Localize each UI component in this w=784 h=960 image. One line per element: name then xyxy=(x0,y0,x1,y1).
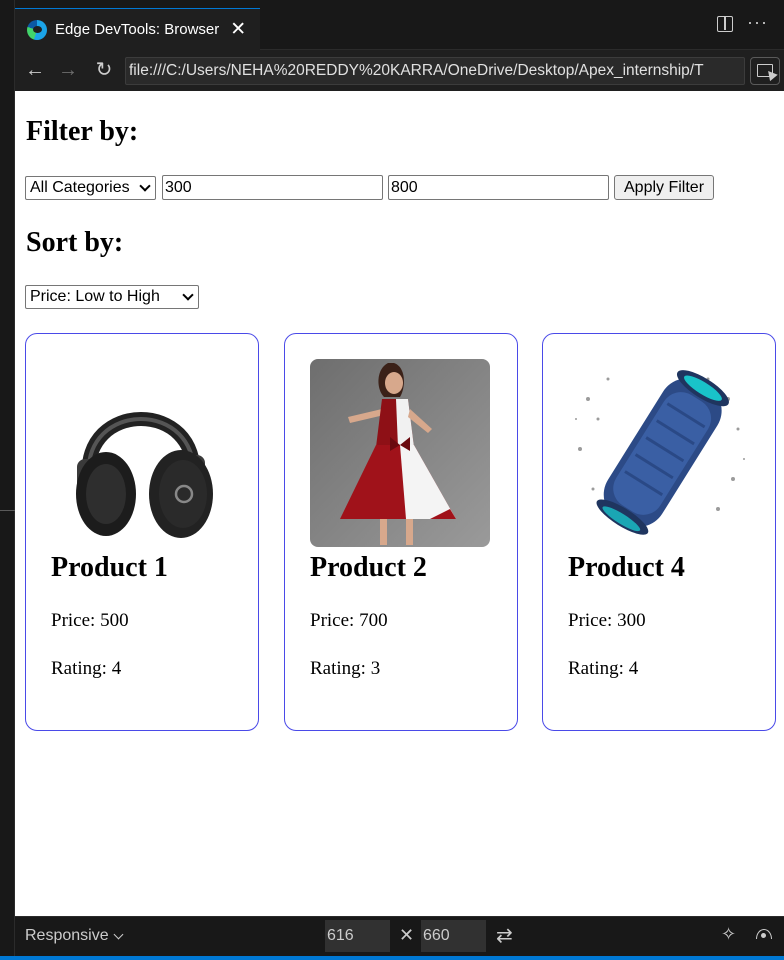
product-image-blue-speaker xyxy=(568,359,748,547)
product-card[interactable]: Product 4 Price: 300 Rating: 4 xyxy=(542,333,776,731)
strip-divider xyxy=(0,510,15,511)
product-name: Product 2 xyxy=(310,552,427,583)
chevron-down-icon xyxy=(113,929,124,939)
sort-select[interactable]: Price: Low to High xyxy=(25,285,199,309)
chevron-down-icon xyxy=(182,289,194,301)
apply-filter-button[interactable]: Apply Filter xyxy=(614,175,715,200)
product-image-red-white-dress xyxy=(310,359,490,547)
back-arrow-icon[interactable]: ← xyxy=(24,58,46,82)
navigation-bar: ← → ↻ file:///C:/Users/NEHA%20REDDY%20KA… xyxy=(15,50,784,91)
reload-icon[interactable]: ↻ xyxy=(93,58,115,82)
tab-title: Edge DevTools: Browser xyxy=(55,21,220,38)
product-rating: Rating: 4 xyxy=(568,658,639,679)
category-select[interactable]: All Categories xyxy=(25,176,156,200)
tab-devtools-browser[interactable]: Edge DevTools: Browser ✕ xyxy=(15,8,260,50)
device-mode-label: Responsive xyxy=(25,927,109,944)
product-price: Price: 700 xyxy=(310,610,388,631)
inspect-screencast-icon[interactable] xyxy=(750,57,780,85)
magic-wand-icon[interactable]: ✧ xyxy=(721,924,736,945)
url-input[interactable]: file:///C:/Users/NEHA%20REDDY%20KARRA/On… xyxy=(125,57,745,85)
product-name: Product 1 xyxy=(51,552,168,583)
product-price: Price: 500 xyxy=(51,610,129,631)
product-image-headphones xyxy=(51,359,231,547)
more-actions-icon[interactable]: ··· xyxy=(747,12,768,33)
device-mode-dropdown[interactable]: Responsive xyxy=(25,927,124,945)
sort-select-value: Price: Low to High xyxy=(30,288,160,305)
sort-heading: Sort by: xyxy=(26,227,124,258)
category-select-value: All Categories xyxy=(30,179,130,196)
product-card[interactable]: Product 1 Price: 500 Rating: 4 xyxy=(25,333,259,731)
filter-heading: Filter by: xyxy=(26,116,139,147)
forward-arrow-icon[interactable]: → xyxy=(57,58,79,82)
min-price-input[interactable]: 300 xyxy=(162,175,383,200)
activity-strip xyxy=(0,0,15,960)
split-editor-icon[interactable] xyxy=(717,16,733,32)
device-toolbar: Responsive 616 ✕ 660 ⇄ ✧ xyxy=(15,916,784,960)
browser-viewport: Filter by: All Categories 300 800 Apply … xyxy=(15,91,784,916)
product-rating: Rating: 4 xyxy=(51,658,122,679)
product-rating: Rating: 3 xyxy=(310,658,381,679)
chevron-down-icon xyxy=(139,180,151,192)
viewport-width-input[interactable]: 616 xyxy=(325,920,390,952)
times-icon: ✕ xyxy=(399,925,415,945)
edge-logo-icon xyxy=(27,19,47,40)
viewport-height-input[interactable]: 660 xyxy=(421,920,486,952)
eye-icon[interactable] xyxy=(756,929,772,939)
product-name: Product 4 xyxy=(568,552,685,583)
status-accent-line xyxy=(0,956,784,960)
max-price-input[interactable]: 800 xyxy=(388,175,609,200)
rotate-swap-icon[interactable]: ⇄ xyxy=(496,923,513,948)
product-card[interactable]: Product 2 Price: 700 Rating: 3 xyxy=(284,333,518,731)
close-icon[interactable]: ✕ xyxy=(230,20,246,39)
product-price: Price: 300 xyxy=(568,610,646,631)
tab-bar: Edge DevTools: Browser ✕ ··· xyxy=(15,0,784,50)
